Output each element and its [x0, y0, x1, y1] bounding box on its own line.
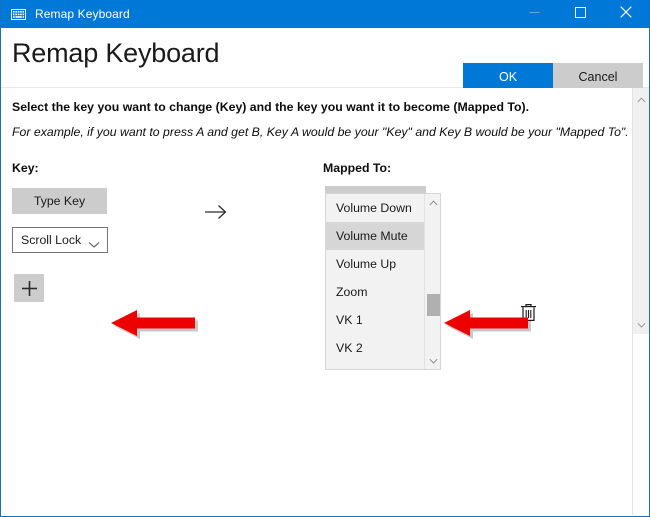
scroll-up-icon[interactable]: [425, 194, 441, 211]
key-select-dropdown[interactable]: Scroll Lock: [12, 227, 108, 253]
window-title: Remap Keyboard: [35, 7, 130, 21]
list-item[interactable]: Volume Up: [326, 250, 440, 278]
close-button[interactable]: [603, 0, 649, 28]
close-icon: [620, 5, 632, 23]
dropdown-scrollbar[interactable]: [424, 194, 440, 369]
list-item[interactable]: VK 2: [326, 334, 440, 362]
scrollbar-thumb[interactable]: [427, 294, 440, 316]
key-column-label: Key:: [12, 161, 39, 175]
dialog-body: Select the key you want to change (Key) …: [1, 88, 649, 515]
keyboard-icon: [10, 6, 26, 22]
maximize-button[interactable]: [557, 0, 603, 28]
header-bar: Remap Keyboard OK Cancel: [1, 28, 649, 88]
maximize-icon: [575, 5, 586, 23]
instruction-example: For example, if you want to press A and …: [12, 125, 629, 139]
key-select-value: Scroll Lock: [21, 233, 81, 247]
plus-icon: [21, 280, 38, 297]
remap-keyboard-window: Remap Keyboard: [0, 0, 650, 517]
title-bar: Remap Keyboard: [1, 0, 649, 28]
annotation-arrow-mapped: [444, 310, 532, 351]
list-item[interactable]: Volume Down: [326, 194, 440, 222]
mapping-arrow-icon: [204, 203, 228, 226]
scrollbar-track-empty: [633, 334, 650, 515]
cancel-button[interactable]: Cancel: [553, 63, 643, 91]
list-item[interactable]: VK 1: [326, 306, 440, 334]
list-item[interactable]: Volume Mute: [326, 222, 440, 250]
page-scrollbar[interactable]: [632, 88, 649, 515]
annotation-arrow-key: [111, 310, 199, 351]
minimize-button[interactable]: [511, 0, 557, 28]
ok-button[interactable]: OK: [463, 63, 553, 91]
scroll-down-icon[interactable]: [425, 352, 441, 369]
list-item[interactable]: Zoom: [326, 278, 440, 306]
page-title: Remap Keyboard: [12, 38, 219, 69]
minimize-icon: [529, 5, 540, 23]
page-scroll-down-icon[interactable]: [633, 316, 650, 334]
instruction-primary: Select the key you want to change (Key) …: [12, 100, 529, 114]
type-key-button[interactable]: Type Key: [12, 188, 107, 214]
mapped-to-combobox[interactable]: [325, 186, 426, 193]
mapped-to-dropdown-list[interactable]: Volume Down Volume Mute Volume Up Zoom V…: [325, 193, 441, 370]
mapped-to-column-label: Mapped To:: [323, 161, 391, 175]
add-remap-button[interactable]: [14, 274, 44, 302]
chevron-down-icon: [88, 236, 100, 254]
page-scroll-up-icon[interactable]: [633, 91, 650, 109]
